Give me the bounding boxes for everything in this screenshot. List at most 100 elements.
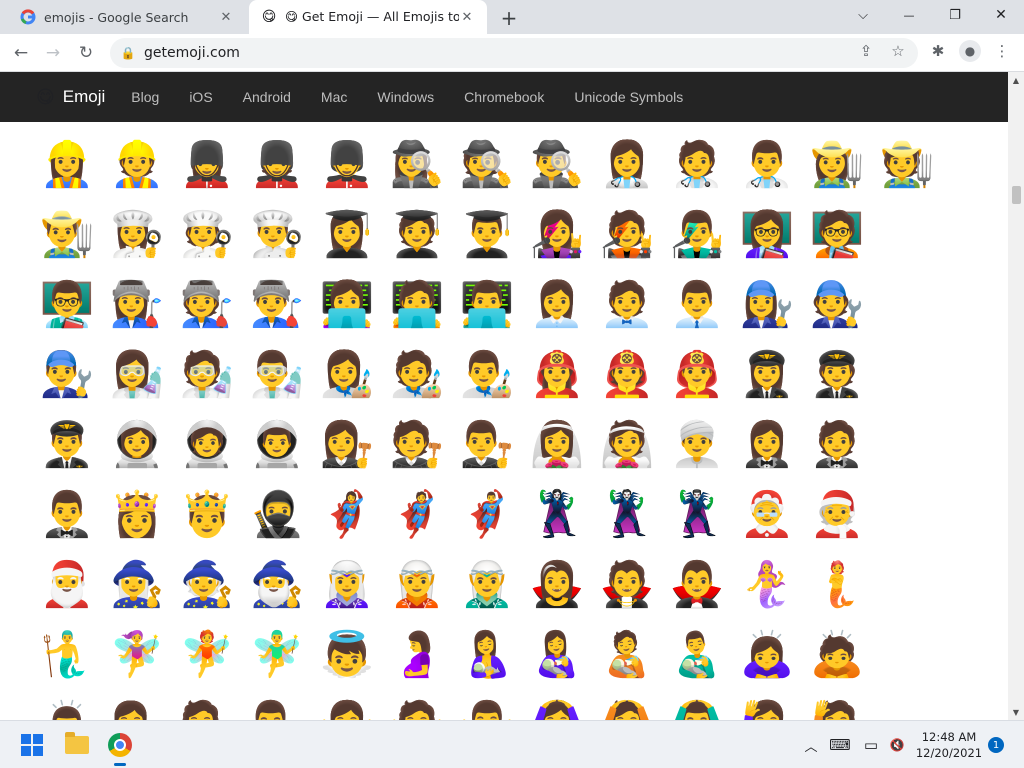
- emoji-item[interactable]: 🤴: [178, 484, 236, 546]
- emoji-item[interactable]: 🧑‍🎤: [598, 204, 656, 266]
- emoji-item[interactable]: 🕵️‍♂️: [528, 134, 586, 196]
- new-tab-button[interactable]: +: [497, 6, 521, 30]
- emoji-item[interactable]: 🧙‍♀️: [108, 554, 166, 616]
- emoji-item[interactable]: 💁: [178, 694, 236, 721]
- nav-link-windows[interactable]: Windows: [377, 89, 434, 105]
- emoji-item[interactable]: 🧚‍♀️: [108, 624, 166, 686]
- emoji-item[interactable]: 👨‍💼: [668, 274, 726, 336]
- minimize-button[interactable]: —: [886, 0, 932, 30]
- emoji-item[interactable]: 🧑‍🏫: [808, 204, 866, 266]
- emoji-item[interactable]: 🧑‍🔬: [178, 344, 236, 406]
- nav-link-unicode-symbols[interactable]: Unicode Symbols: [574, 89, 683, 105]
- emoji-item[interactable]: 👩‍🔬: [108, 344, 166, 406]
- emoji-item[interactable]: 👩‍🚒: [528, 344, 586, 406]
- emoji-item[interactable]: 🧜‍♀️: [738, 554, 796, 616]
- emoji-item[interactable]: 👩‍🍼: [528, 624, 586, 686]
- emoji-item[interactable]: 🙇‍♀️: [738, 624, 796, 686]
- emoji-item[interactable]: 👨‍⚖️: [458, 414, 516, 476]
- scrollbar-thumb[interactable]: [1012, 186, 1021, 204]
- emoji-item[interactable]: 🧑‍💻: [388, 274, 446, 336]
- emoji-item[interactable]: 🙇‍♂️: [38, 694, 96, 721]
- nav-link-ios[interactable]: iOS: [189, 89, 212, 105]
- file-explorer-button[interactable]: [61, 729, 93, 761]
- emoji-item[interactable]: 🙋‍♀️: [738, 694, 796, 721]
- emoji-item[interactable]: 🕵️: [458, 134, 516, 196]
- emoji-item[interactable]: 🧛‍♀️: [528, 554, 586, 616]
- emoji-item[interactable]: 👩‍⚕️: [598, 134, 656, 196]
- emoji-item[interactable]: 👨‍🎤: [668, 204, 726, 266]
- maximize-button[interactable]: ❐: [932, 0, 978, 30]
- tab-search-button[interactable]: ⌵: [840, 0, 886, 30]
- emoji-item[interactable]: 👩‍💼: [528, 274, 586, 336]
- emoji-item[interactable]: 👰: [598, 414, 656, 476]
- extensions-puzzle-icon[interactable]: ✱: [928, 41, 948, 61]
- show-hidden-icons-chevron-icon[interactable]: ︿: [801, 735, 821, 755]
- emoji-item[interactable]: 🧑‍🔧: [808, 274, 866, 336]
- emoji-item[interactable]: 🧛: [598, 554, 656, 616]
- emoji-item[interactable]: 🧑‍🏭: [178, 274, 236, 336]
- emoji-item[interactable]: 👩‍🔧: [738, 274, 796, 336]
- emoji-item[interactable]: 👨‍🚀: [248, 414, 306, 476]
- emoji-item[interactable]: 🦹‍♂️: [668, 484, 726, 546]
- chrome-menu-icon[interactable]: ⋮: [992, 41, 1012, 61]
- emoji-item[interactable]: 🎅: [38, 554, 96, 616]
- emoji-item[interactable]: 🙋: [808, 694, 866, 721]
- emoji-item[interactable]: 👩‍🚀: [108, 414, 166, 476]
- emoji-item[interactable]: 👨‍🎨: [458, 344, 516, 406]
- emoji-item[interactable]: 👩‍⚖️: [318, 414, 376, 476]
- emoji-item[interactable]: 👨‍🚒: [668, 344, 726, 406]
- nav-link-blog[interactable]: Blog: [131, 89, 159, 105]
- emoji-item[interactable]: 👨‍🏭: [248, 274, 306, 336]
- tab-get-emoji[interactable]: 😋 😋 Get Emoji — All Emojis to ✂️ ✕: [249, 0, 487, 34]
- emoji-item[interactable]: 🧑‍✈️: [808, 344, 866, 406]
- nav-link-mac[interactable]: Mac: [321, 89, 347, 105]
- emoji-item[interactable]: 🧚: [178, 624, 236, 686]
- chrome-taskbar-button[interactable]: [104, 729, 136, 761]
- bookmark-star-icon[interactable]: ☆: [888, 41, 908, 61]
- forward-button[interactable]: →: [40, 40, 66, 66]
- keyboard-icon[interactable]: ⌨: [829, 735, 851, 755]
- volume-muted-icon[interactable]: 🔇: [887, 735, 907, 755]
- emoji-item[interactable]: 🦸‍♀️: [318, 484, 376, 546]
- emoji-item[interactable]: 🧙‍♂️: [248, 554, 306, 616]
- emoji-item[interactable]: 🧚‍♂️: [248, 624, 306, 686]
- emoji-item[interactable]: 👨‍🏫: [38, 274, 96, 336]
- emoji-item[interactable]: 🤵‍♀️: [738, 414, 796, 476]
- lock-icon[interactable]: 🔒: [120, 46, 136, 60]
- emoji-item[interactable]: 👨‍🔬: [248, 344, 306, 406]
- emoji-item[interactable]: 👷: [108, 134, 166, 196]
- share-icon[interactable]: ⇪: [856, 41, 876, 61]
- emoji-item[interactable]: 🧑‍🍳: [178, 204, 236, 266]
- emoji-item[interactable]: 🧝‍♀️: [318, 554, 376, 616]
- emoji-item[interactable]: 👨‍🍼: [668, 624, 726, 686]
- back-button[interactable]: ←: [8, 40, 34, 66]
- emoji-item[interactable]: 👩‍🎤: [528, 204, 586, 266]
- emoji-item[interactable]: 👷‍♀️: [38, 134, 96, 196]
- emoji-item[interactable]: 👨‍💻: [458, 274, 516, 336]
- emoji-item[interactable]: 🧑‍🎄: [808, 484, 866, 546]
- emoji-item[interactable]: 🧝‍♂️: [458, 554, 516, 616]
- emoji-item[interactable]: 🧝: [388, 554, 446, 616]
- emoji-item[interactable]: 🤶: [738, 484, 796, 546]
- emoji-item[interactable]: 🙆‍♀️: [528, 694, 586, 721]
- emoji-item[interactable]: 🧑‍💼: [598, 274, 656, 336]
- emoji-item[interactable]: 🧙: [178, 554, 236, 616]
- emoji-item[interactable]: 🤱: [458, 624, 516, 686]
- reload-button[interactable]: ↻: [73, 40, 99, 66]
- address-bar[interactable]: 🔒 getemoji.com: [110, 38, 918, 68]
- emoji-item[interactable]: 🦸‍♂️: [458, 484, 516, 546]
- emoji-item[interactable]: 💂‍♂️: [318, 134, 376, 196]
- emoji-item[interactable]: 👼: [318, 624, 376, 686]
- emoji-item[interactable]: 🧑‍🌾: [878, 134, 936, 196]
- emoji-item[interactable]: 🙆‍♂️: [668, 694, 726, 721]
- site-brand[interactable]: 😋 Emoji: [36, 87, 105, 108]
- close-tab-icon[interactable]: ✕: [459, 9, 475, 25]
- emoji-item[interactable]: 🧜‍♂️: [38, 624, 96, 686]
- emoji-item[interactable]: 👩‍💻: [318, 274, 376, 336]
- emoji-item[interactable]: 🧑‍🚀: [178, 414, 236, 476]
- emoji-item[interactable]: 👨‍🎓: [458, 204, 516, 266]
- emoji-item[interactable]: 🧑‍🍼: [598, 624, 656, 686]
- emoji-item[interactable]: 👨‍✈️: [38, 414, 96, 476]
- emoji-item[interactable]: 🦹‍♀️: [528, 484, 586, 546]
- emoji-item[interactable]: 👩‍🏭: [108, 274, 166, 336]
